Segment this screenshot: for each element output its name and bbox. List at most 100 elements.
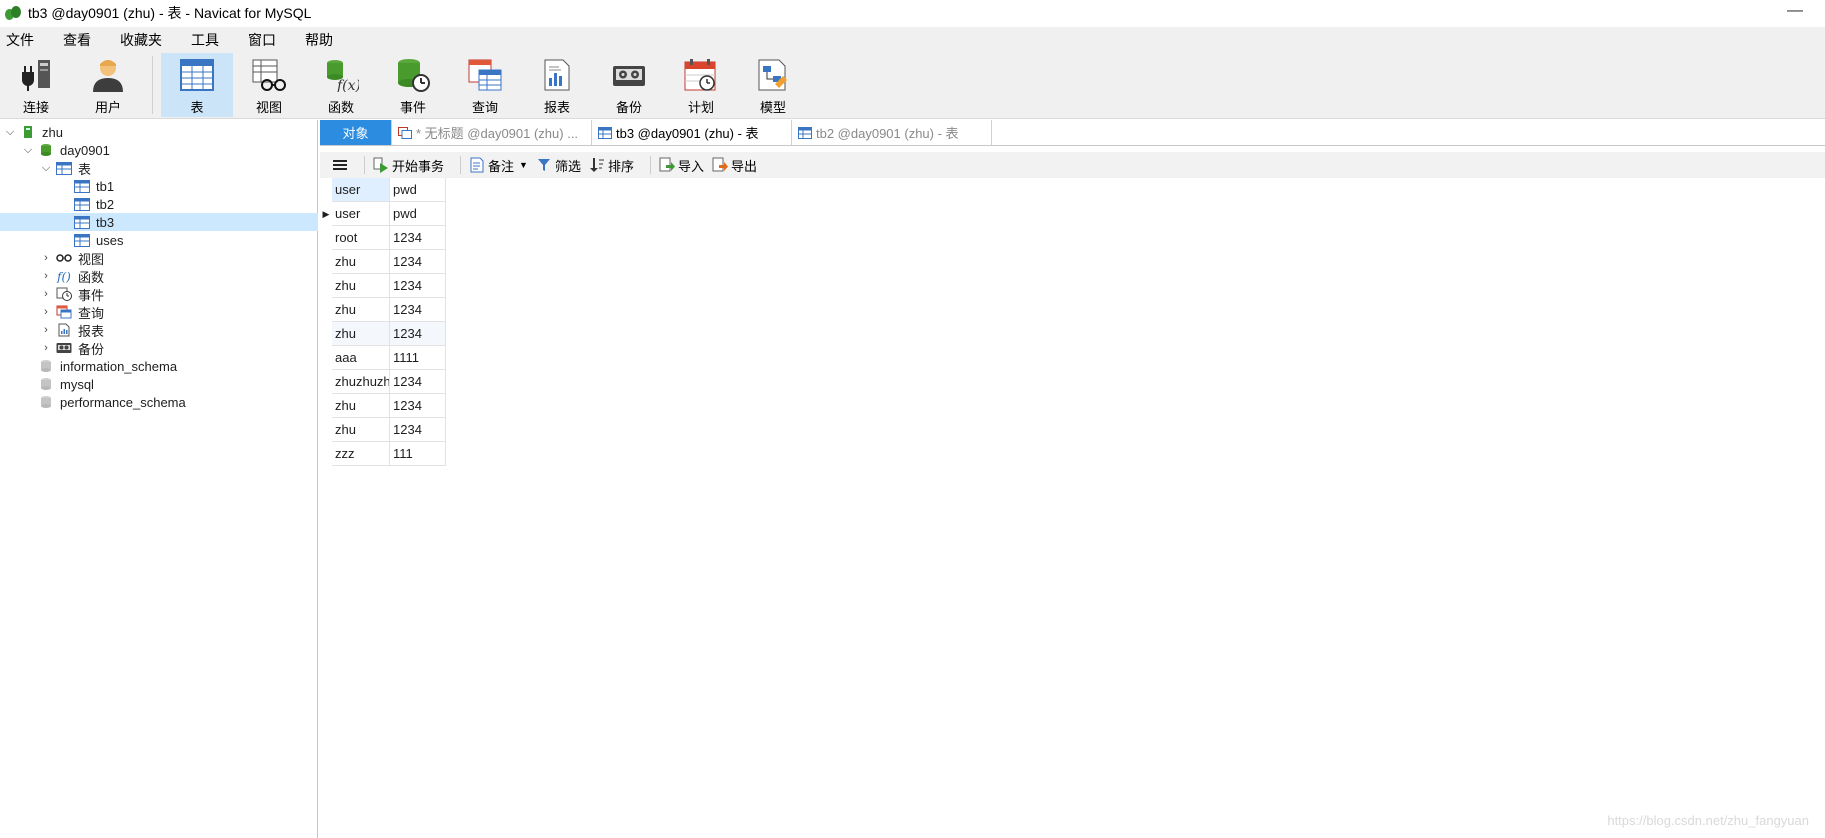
cell-user[interactable]: zhu bbox=[332, 274, 390, 298]
cell-pwd[interactable]: 1234 bbox=[390, 298, 446, 322]
export-button[interactable]: 导出 bbox=[712, 156, 757, 175]
chevron-right-icon[interactable]: › bbox=[40, 342, 52, 354]
cell-user[interactable]: zhu bbox=[332, 250, 390, 274]
tree-item-zhu[interactable]: ⌵ zhu bbox=[0, 123, 318, 141]
menu-window[interactable]: 窗口 bbox=[242, 30, 282, 50]
cell-pwd[interactable]: 111 bbox=[390, 442, 446, 466]
toolbar-report-button[interactable]: 报表 bbox=[521, 53, 593, 117]
dropdown-arrow-icon[interactable]: ▼ bbox=[519, 160, 528, 170]
column-header-pwd[interactable]: pwd bbox=[390, 178, 446, 202]
toolbar-table-button[interactable]: 表 bbox=[161, 53, 233, 117]
toolbar-query-button[interactable]: 查询 bbox=[449, 53, 521, 117]
column-header-user[interactable]: user bbox=[332, 178, 390, 202]
cell-user[interactable]: zhu bbox=[332, 418, 390, 442]
table-row[interactable]: aaa 1111 bbox=[320, 346, 446, 370]
cell-pwd[interactable]: pwd bbox=[390, 202, 446, 226]
tree-item-queries[interactable]: › 查询 bbox=[0, 303, 318, 321]
minimize-button[interactable]: — bbox=[1787, 2, 1803, 20]
toolbar-connection-button[interactable]: 连接 bbox=[0, 53, 72, 117]
memo-label: 备注 bbox=[488, 158, 515, 174]
chevron-right-icon[interactable]: › bbox=[40, 252, 52, 264]
tree-item-information-schema[interactable]: information_schema bbox=[0, 357, 318, 375]
cell-pwd[interactable]: 1234 bbox=[390, 250, 446, 274]
chevron-down-icon[interactable]: ⌵ bbox=[4, 126, 16, 139]
table-row[interactable]: root 1234 bbox=[320, 226, 446, 250]
chevron-right-icon[interactable]: › bbox=[40, 270, 52, 282]
menu-file[interactable]: 文件 bbox=[0, 30, 40, 50]
tree-item-tb2[interactable]: tb2 bbox=[0, 195, 318, 213]
tab-objects[interactable]: 对象 bbox=[320, 120, 392, 145]
menu-favorites[interactable]: 收藏夹 bbox=[114, 30, 168, 50]
tree-item-tables[interactable]: ⌵ 表 bbox=[0, 159, 318, 177]
chevron-right-icon[interactable]: › bbox=[40, 306, 52, 318]
chevron-right-icon[interactable]: › bbox=[40, 288, 52, 300]
toolbar-user-button[interactable]: 用户 bbox=[72, 53, 144, 117]
tree-item-mysql[interactable]: mysql bbox=[0, 375, 318, 393]
table-row[interactable]: zhu 1234 bbox=[320, 394, 446, 418]
cell-user[interactable]: zhu bbox=[332, 322, 390, 346]
tab-tb2[interactable]: tb2 @day0901 (zhu) - 表 bbox=[792, 120, 992, 145]
tree-item-reports[interactable]: › 报表 bbox=[0, 321, 318, 339]
toolbar-function-button[interactable]: f(x) 函数 bbox=[305, 53, 377, 117]
table-row[interactable]: zhu 1234 bbox=[320, 322, 446, 346]
hamburger-menu-icon[interactable] bbox=[332, 157, 348, 173]
row-indicator bbox=[320, 346, 332, 370]
title-bar: tb3 @day0901 (zhu) - 表 - Navicat for MyS… bbox=[0, 0, 1825, 25]
cell-pwd[interactable]: 1234 bbox=[390, 274, 446, 298]
table-row[interactable]: zhu 1234 bbox=[320, 418, 446, 442]
cell-pwd[interactable]: 1234 bbox=[390, 418, 446, 442]
filter-button[interactable]: 筛选 bbox=[536, 156, 581, 175]
tree-item-tb3[interactable]: tb3 bbox=[0, 213, 318, 231]
tree-item-uses[interactable]: uses bbox=[0, 231, 318, 249]
import-button[interactable]: 导入 bbox=[659, 156, 704, 175]
chevron-right-icon[interactable]: › bbox=[40, 324, 52, 336]
cell-user[interactable]: zhu bbox=[332, 394, 390, 418]
row-indicator bbox=[320, 178, 332, 202]
cell-user[interactable]: user bbox=[332, 202, 390, 226]
table-row[interactable]: zhuzhuzhu 1234 bbox=[320, 370, 446, 394]
tree-item-label: 事件 bbox=[78, 287, 105, 303]
tree-item-views[interactable]: › 视图 bbox=[0, 249, 318, 267]
tree-item-tb1[interactable]: tb1 bbox=[0, 177, 318, 195]
chevron-down-icon[interactable]: ⌵ bbox=[22, 144, 34, 157]
table-icon bbox=[74, 215, 90, 229]
table-icon bbox=[56, 161, 72, 175]
tree-item-backups[interactable]: › 备份 bbox=[0, 339, 318, 357]
begin-transaction-button[interactable]: 开始事务 bbox=[373, 156, 444, 175]
toolbar-schedule-button[interactable]: 计划 bbox=[665, 53, 737, 117]
tab-untitled-query[interactable]: * 无标题 @day0901 (zhu) ... bbox=[392, 120, 592, 145]
cell-user[interactable]: zhu bbox=[332, 298, 390, 322]
menu-view[interactable]: 查看 bbox=[57, 30, 97, 50]
tree-item-performance-schema[interactable]: performance_schema bbox=[0, 393, 318, 411]
memo-button[interactable]: 备注 ▼ bbox=[469, 156, 528, 175]
table-row[interactable]: zhu 1234 bbox=[320, 250, 446, 274]
menu-tools[interactable]: 工具 bbox=[185, 30, 225, 50]
table-row[interactable]: zzz 111 bbox=[320, 442, 446, 466]
toolbar-event-button[interactable]: 事件 bbox=[377, 53, 449, 117]
row-indicator bbox=[320, 322, 332, 346]
watermark-text: https://blog.csdn.net/zhu_fangyuan bbox=[1607, 813, 1809, 828]
cell-pwd[interactable]: 1111 bbox=[390, 346, 446, 370]
cell-pwd[interactable]: 1234 bbox=[390, 370, 446, 394]
cell-user[interactable]: zhuzhuzhu bbox=[332, 370, 390, 394]
toolbar-model-button[interactable]: 模型 bbox=[737, 53, 809, 117]
cell-pwd[interactable]: 1234 bbox=[390, 226, 446, 250]
table-row[interactable]: zhu 1234 bbox=[320, 274, 446, 298]
tree-item-events[interactable]: › 事件 bbox=[0, 285, 318, 303]
chevron-down-icon[interactable]: ⌵ bbox=[40, 162, 52, 175]
table-row[interactable]: ▶ user pwd bbox=[320, 202, 446, 226]
cell-user[interactable]: zzz bbox=[332, 442, 390, 466]
table-row[interactable]: zhu 1234 bbox=[320, 298, 446, 322]
row-indicator bbox=[320, 250, 332, 274]
tree-item-functions[interactable]: › f() 函数 bbox=[0, 267, 318, 285]
menu-help[interactable]: 帮助 bbox=[299, 30, 339, 50]
tree-item-day0901[interactable]: ⌵ day0901 bbox=[0, 141, 318, 159]
cell-pwd[interactable]: 1234 bbox=[390, 394, 446, 418]
toolbar-view-button[interactable]: 视图 bbox=[233, 53, 305, 117]
sort-button[interactable]: 排序 bbox=[589, 156, 634, 175]
tab-tb3[interactable]: tb3 @day0901 (zhu) - 表 bbox=[592, 120, 792, 145]
cell-user[interactable]: aaa bbox=[332, 346, 390, 370]
cell-user[interactable]: root bbox=[332, 226, 390, 250]
toolbar-backup-button[interactable]: 备份 bbox=[593, 53, 665, 117]
cell-pwd[interactable]: 1234 bbox=[390, 322, 446, 346]
